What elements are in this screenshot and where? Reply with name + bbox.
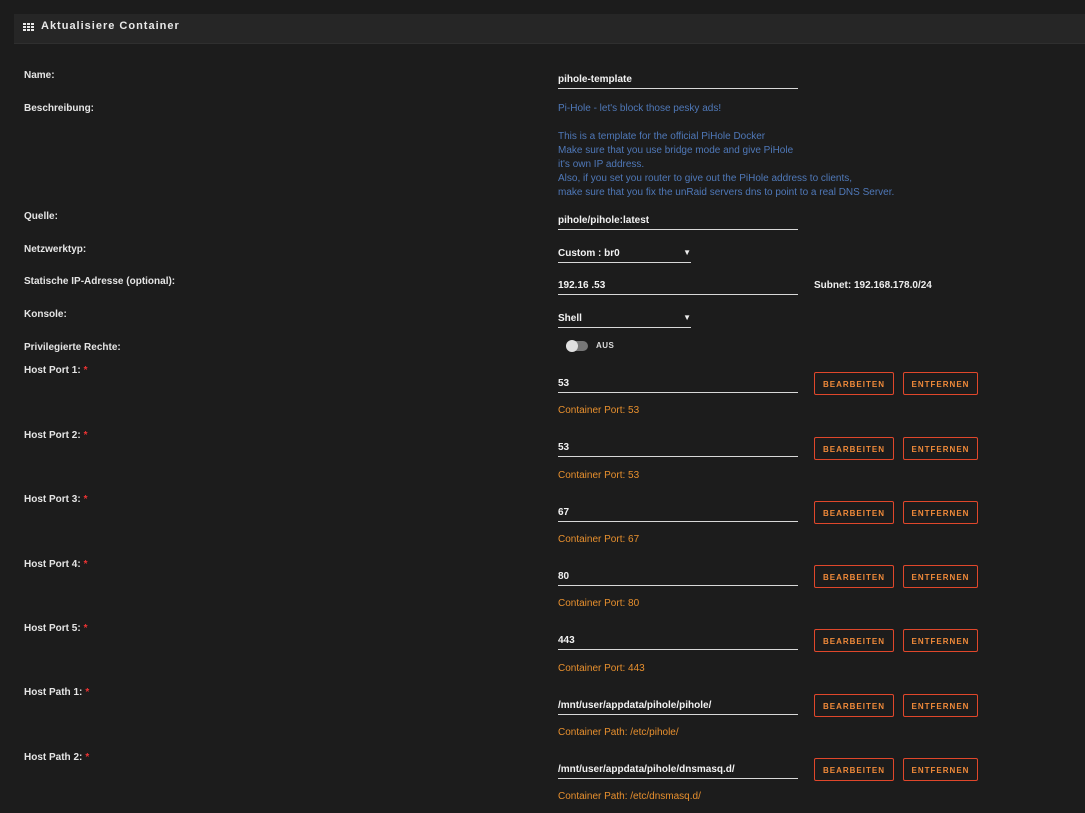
caret-down-icon: ▼ bbox=[683, 313, 691, 322]
source-label: Quelle: bbox=[24, 211, 58, 222]
required-marker: * bbox=[83, 559, 88, 570]
container-port-3-note: Container Port: 67 bbox=[558, 534, 640, 545]
network-select[interactable]: Custom : br0 ▼ bbox=[558, 246, 691, 263]
static-ip-label: Statische IP-Adresse (optional): bbox=[24, 276, 176, 287]
privileged-toggle[interactable] bbox=[566, 340, 588, 352]
required-marker: * bbox=[83, 365, 88, 376]
privileged-state: AUS bbox=[596, 341, 615, 350]
network-label: Netzwerktyp: bbox=[24, 244, 87, 255]
edit-host-path-2-button[interactable]: BEARBEITEN bbox=[814, 758, 894, 781]
name-input[interactable]: pihole-template bbox=[558, 72, 798, 89]
host-port-3-label-text: Host Port 3: bbox=[24, 494, 81, 505]
description-line bbox=[558, 116, 894, 130]
host-port-5-label: Host Port 5: * bbox=[24, 623, 88, 634]
network-select-value: Custom : br0 bbox=[558, 248, 620, 259]
description-label: Beschreibung: bbox=[24, 103, 95, 114]
privileged-label: Privilegierte Rechte: bbox=[24, 342, 121, 353]
caret-down-icon: ▼ bbox=[683, 248, 691, 257]
remove-host-port-2-button[interactable]: ENTFERNEN bbox=[903, 437, 978, 460]
container-port-5-note: Container Port: 443 bbox=[558, 663, 645, 674]
required-marker: * bbox=[83, 494, 88, 505]
container-port-2-note: Container Port: 53 bbox=[558, 470, 640, 481]
remove-host-port-3-button[interactable]: ENTFERNEN bbox=[903, 501, 978, 524]
host-path-1-label-text: Host Path 1: bbox=[24, 687, 83, 698]
host-port-2-input[interactable]: 53 bbox=[558, 440, 798, 457]
container-port-1-note: Container Port: 53 bbox=[558, 405, 640, 416]
required-marker: * bbox=[83, 430, 88, 441]
top-strip bbox=[0, 0, 1085, 14]
host-port-1-input[interactable]: 53 bbox=[558, 376, 798, 393]
container-port-4-note: Container Port: 80 bbox=[558, 598, 640, 609]
host-path-2-label-text: Host Path 2: bbox=[24, 752, 83, 763]
grid-icon bbox=[23, 23, 34, 32]
host-port-3-input[interactable]: 67 bbox=[558, 505, 798, 522]
description-text: Pi-Hole - let's block those pesky ads! T… bbox=[558, 102, 894, 200]
description-line: Also, if you set you router to give out … bbox=[558, 173, 853, 184]
edit-host-port-2-button[interactable]: BEARBEITEN bbox=[814, 437, 894, 460]
console-select-value: Shell bbox=[558, 313, 582, 324]
description-line: Pi-Hole - let's block those pesky ads! bbox=[558, 103, 722, 114]
edit-host-path-1-button[interactable]: BEARBEITEN bbox=[814, 694, 894, 717]
host-port-4-label-text: Host Port 4: bbox=[24, 559, 81, 570]
host-path-1-label: Host Path 1: * bbox=[24, 687, 89, 698]
toggle-knob bbox=[566, 340, 578, 352]
remove-host-path-2-button[interactable]: ENTFERNEN bbox=[903, 758, 978, 781]
description-line: This is a template for the official PiHo… bbox=[558, 131, 766, 142]
panel-header: Aktualisiere Container bbox=[14, 14, 1085, 44]
required-marker: * bbox=[85, 752, 90, 763]
console-label: Konsole: bbox=[24, 309, 67, 320]
static-ip-input[interactable]: 192.16 .53 bbox=[558, 278, 798, 295]
host-port-2-label-text: Host Port 2: bbox=[24, 430, 81, 441]
container-path-2-note: Container Path: /etc/dnsmasq.d/ bbox=[558, 791, 701, 802]
remove-host-port-5-button[interactable]: ENTFERNEN bbox=[903, 629, 978, 652]
edit-host-port-1-button[interactable]: BEARBEITEN bbox=[814, 372, 894, 395]
required-marker: * bbox=[85, 687, 90, 698]
subnet-info: Subnet: 192.168.178.0/24 bbox=[814, 280, 932, 291]
host-port-4-label: Host Port 4: * bbox=[24, 559, 88, 570]
host-port-5-label-text: Host Port 5: bbox=[24, 623, 81, 634]
host-port-3-label: Host Port 3: * bbox=[24, 494, 88, 505]
remove-host-path-1-button[interactable]: ENTFERNEN bbox=[903, 694, 978, 717]
description-line: it's own IP address. bbox=[558, 159, 645, 170]
host-port-5-input[interactable]: 443 bbox=[558, 633, 798, 650]
host-port-1-label: Host Port 1: * bbox=[24, 365, 88, 376]
host-port-1-label-text: Host Port 1: bbox=[24, 365, 81, 376]
host-path-1-input[interactable]: /mnt/user/appdata/pihole/pihole/ bbox=[558, 698, 798, 715]
host-path-2-input[interactable]: /mnt/user/appdata/pihole/dnsmasq.d/ bbox=[558, 762, 798, 779]
host-path-2-label: Host Path 2: * bbox=[24, 752, 89, 763]
panel-title: Aktualisiere Container bbox=[41, 20, 180, 32]
remove-host-port-1-button[interactable]: ENTFERNEN bbox=[903, 372, 978, 395]
required-marker: * bbox=[83, 623, 88, 634]
console-select[interactable]: Shell ▼ bbox=[558, 311, 691, 328]
host-port-2-label: Host Port 2: * bbox=[24, 430, 88, 441]
description-line: Make sure that you use bridge mode and g… bbox=[558, 145, 794, 156]
edit-host-port-4-button[interactable]: BEARBEITEN bbox=[814, 565, 894, 588]
edit-host-port-5-button[interactable]: BEARBEITEN bbox=[814, 629, 894, 652]
edit-host-port-3-button[interactable]: BEARBEITEN bbox=[814, 501, 894, 524]
container-path-1-note: Container Path: /etc/pihole/ bbox=[558, 727, 679, 738]
description-line: make sure that you fix the unRaid server… bbox=[558, 187, 895, 198]
source-input[interactable]: pihole/pihole:latest bbox=[558, 213, 798, 230]
host-port-4-input[interactable]: 80 bbox=[558, 569, 798, 586]
remove-host-port-4-button[interactable]: ENTFERNEN bbox=[903, 565, 978, 588]
name-label: Name: bbox=[24, 70, 55, 81]
